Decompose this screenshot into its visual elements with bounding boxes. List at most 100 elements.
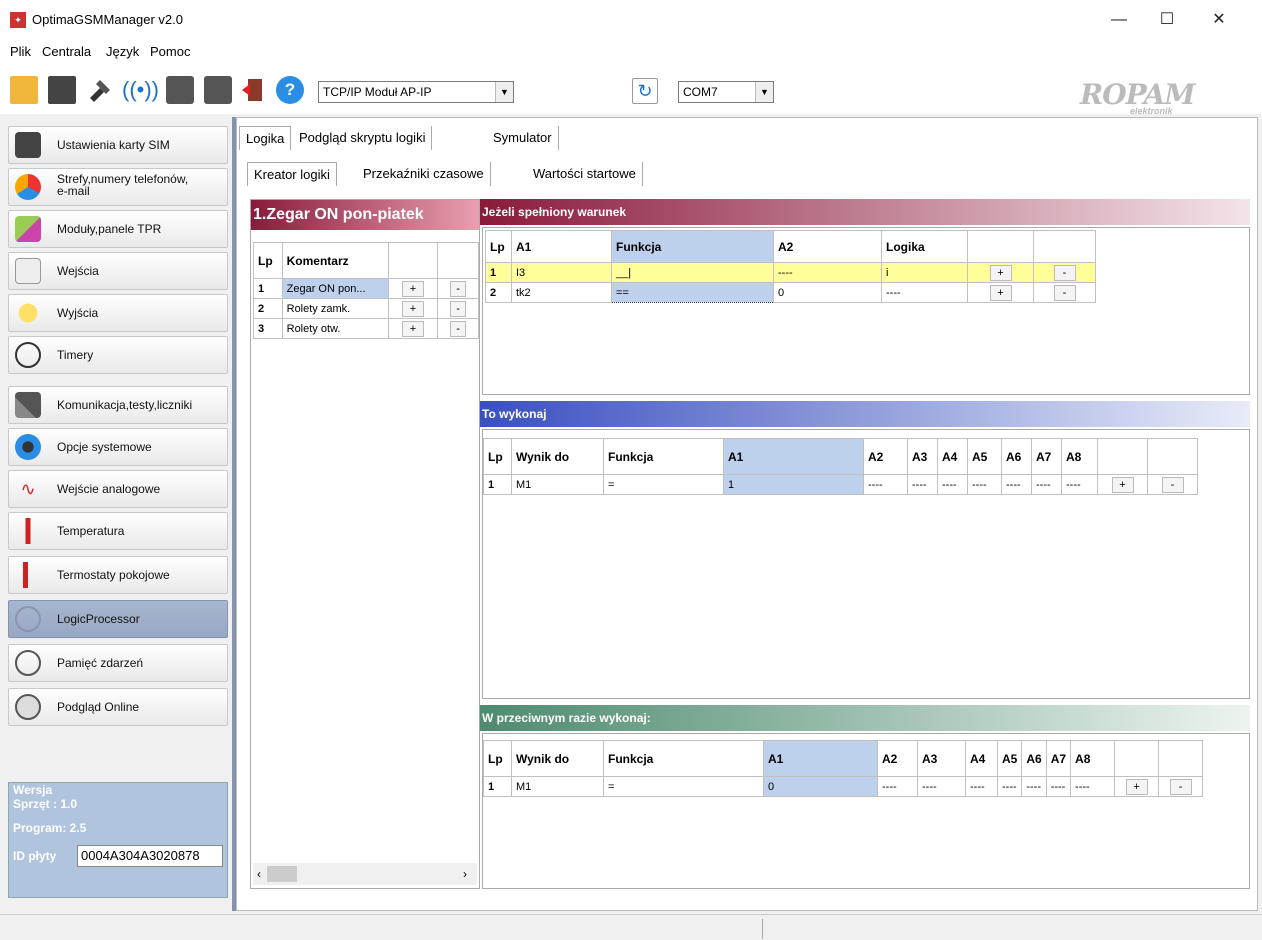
row-a1[interactable]: 0 <box>763 776 878 797</box>
table-row[interactable]: 1 M1 = 0 ---- ---- ---- ---- ---- ---- -… <box>483 776 1204 797</box>
tab-przekazniki-czasowe[interactable]: Przekaźniki czasowe <box>357 162 491 186</box>
row-a2[interactable]: ---- <box>877 776 918 797</box>
row-funkcja[interactable]: == <box>611 282 774 303</box>
table-row[interactable]: 1 I3 __| ---- i + - <box>485 262 1096 283</box>
add-condition-button[interactable]: + <box>989 284 1012 301</box>
remove-condition-button[interactable]: - <box>1053 284 1076 301</box>
add-else-action-button[interactable]: + <box>1125 778 1148 795</box>
row-a4[interactable]: ---- <box>965 776 998 797</box>
add-rule-button[interactable]: + <box>402 280 425 297</box>
tab-logika[interactable]: Logika <box>239 126 292 150</box>
refresh-icon[interactable]: ↻ <box>632 78 658 104</box>
row-funkcja[interactable]: __| <box>611 262 774 283</box>
add-rule-button[interactable]: + <box>402 320 425 337</box>
table-row[interactable]: 2 Rolety zamk. + - <box>253 298 479 319</box>
sidebar-item-event-memory[interactable]: Pamięć zdarzeń <box>8 644 228 682</box>
row-funkcja[interactable]: = <box>603 474 724 495</box>
row-logika[interactable]: ---- <box>881 282 968 303</box>
remove-else-action-button[interactable]: - <box>1169 778 1192 795</box>
row-a2[interactable]: ---- <box>773 262 882 283</box>
row-a7[interactable]: ---- <box>1031 474 1062 495</box>
horizontal-scrollbar[interactable]: ‹ › <box>253 863 477 885</box>
sidebar-item-online-view[interactable]: Podgląd Online <box>8 688 228 726</box>
close-button[interactable]: ✕ <box>1196 6 1242 34</box>
sidebar-item-analog[interactable]: ∿ Wejście analogowe <box>8 470 228 508</box>
sidebar-item-timers[interactable]: Timery <box>8 336 228 374</box>
tab-kreator-logiki[interactable]: Kreator logiki <box>247 162 337 186</box>
row-a5[interactable]: ---- <box>996 776 1023 797</box>
chip-upload-icon[interactable] <box>166 76 194 104</box>
connection-select-value: TCP/IP Moduł AP-IP <box>323 85 432 99</box>
sidebar-item-temperature[interactable]: Temperatura <box>8 512 228 550</box>
sidebar-item-outputs[interactable]: Wyjścia <box>8 294 228 332</box>
scroll-right-icon[interactable]: › <box>463 867 467 881</box>
row-comment[interactable]: Rolety otw. <box>281 318 389 339</box>
add-rule-button[interactable]: + <box>402 300 425 317</box>
sidebar-item-thermostats[interactable]: Termostaty pokojowe <box>8 556 228 594</box>
table-row[interactable]: 3 Rolety otw. + - <box>253 318 479 339</box>
table-row[interactable]: 2 tk2 == 0 ---- + - <box>485 282 1096 303</box>
save-icon[interactable] <box>48 76 76 104</box>
row-logika[interactable]: i <box>881 262 968 283</box>
row-a2[interactable]: 0 <box>773 282 882 303</box>
row-a3[interactable]: ---- <box>907 474 938 495</box>
remove-rule-button[interactable]: - <box>450 320 467 337</box>
add-action-button[interactable]: + <box>1111 476 1134 493</box>
remove-rule-button[interactable]: - <box>450 280 467 297</box>
open-folder-icon[interactable] <box>10 76 38 104</box>
row-comment[interactable]: Rolety zamk. <box>281 298 389 319</box>
table-row[interactable]: 1 M1 = 1 ---- ---- ---- ---- ---- ---- -… <box>483 474 1198 495</box>
menu-jezyk[interactable]: Język <box>106 44 139 59</box>
table-row[interactable]: 1 Zegar ON pon... + - <box>253 278 479 299</box>
tab-podglad-skryptu[interactable]: Podgląd skryptu logiki <box>293 126 433 150</box>
wireless-icon[interactable]: ((•)) <box>122 76 159 104</box>
row-a5[interactable]: ---- <box>967 474 1002 495</box>
remove-action-button[interactable]: - <box>1161 476 1184 493</box>
rule-table: Lp Komentarz 1 Zegar ON pon... + - 2 Rol… <box>253 242 479 339</box>
row-wynik-do[interactable]: M1 <box>511 776 604 797</box>
tab-symulator[interactable]: Symulator <box>487 126 559 150</box>
col-funkcja: Funkcja <box>611 230 774 263</box>
board-id-field[interactable]: 0004A304A3020878 <box>77 845 223 867</box>
row-a1[interactable]: I3 <box>511 262 612 283</box>
row-comment[interactable]: Zegar ON pon... <box>281 278 389 299</box>
menu-plik[interactable]: Plik <box>10 44 31 59</box>
row-a7[interactable]: ---- <box>1045 776 1072 797</box>
row-a6[interactable]: ---- <box>1001 474 1032 495</box>
row-a3[interactable]: ---- <box>917 776 966 797</box>
menu-centrala[interactable]: Centrala <box>42 44 91 59</box>
row-a1[interactable]: tk2 <box>511 282 612 303</box>
sidebar-item-label: Podgląd Online <box>57 700 140 714</box>
row-a8[interactable]: ---- <box>1061 474 1098 495</box>
menu-pomoc[interactable]: Pomoc <box>150 44 190 59</box>
com-port-select[interactable]: COM7 ▼ <box>678 81 774 103</box>
row-a6[interactable]: ---- <box>1021 776 1047 797</box>
sidebar-item-logicprocessor[interactable]: LogicProcessor <box>8 600 228 638</box>
sidebar-item-sim[interactable]: Ustawienia karty SIM <box>8 126 228 164</box>
row-funkcja[interactable]: = <box>603 776 764 797</box>
scroll-left-icon[interactable]: ‹ <box>257 867 261 881</box>
sidebar-item-inputs[interactable]: Wejścia <box>8 252 228 290</box>
sidebar-item-communication[interactable]: Komunikacja,testy,liczniki <box>8 386 228 424</box>
sidebar-item-zones[interactable]: Strefy,numery telefonów, e-mail <box>8 168 228 206</box>
rule-title: 1.Zegar ON pon-piatek <box>251 200 479 230</box>
chip-download-icon[interactable] <box>204 76 232 104</box>
tools-icon[interactable] <box>86 76 114 104</box>
remove-rule-button[interactable]: - <box>450 300 467 317</box>
row-wynik-do[interactable]: M1 <box>511 474 604 495</box>
remove-condition-button[interactable]: - <box>1053 264 1076 281</box>
sidebar-item-modules[interactable]: Moduły,panele TPR <box>8 210 228 248</box>
tab-wartosci-startowe[interactable]: Wartości startowe <box>527 162 643 186</box>
exit-door-icon[interactable] <box>240 76 268 104</box>
row-a1[interactable]: 1 <box>723 474 864 495</box>
row-a4[interactable]: ---- <box>937 474 968 495</box>
help-icon[interactable]: ? <box>276 76 304 104</box>
row-a8[interactable]: ---- <box>1070 776 1116 797</box>
row-a2[interactable]: ---- <box>863 474 908 495</box>
add-condition-button[interactable]: + <box>989 264 1012 281</box>
scroll-thumb[interactable] <box>267 866 297 882</box>
connection-select[interactable]: TCP/IP Moduł AP-IP ▼ <box>318 81 514 103</box>
maximize-button[interactable]: ☐ <box>1144 6 1190 34</box>
sidebar-item-system-options[interactable]: Opcje systemowe <box>8 428 228 466</box>
minimize-button[interactable]: — <box>1096 6 1142 34</box>
